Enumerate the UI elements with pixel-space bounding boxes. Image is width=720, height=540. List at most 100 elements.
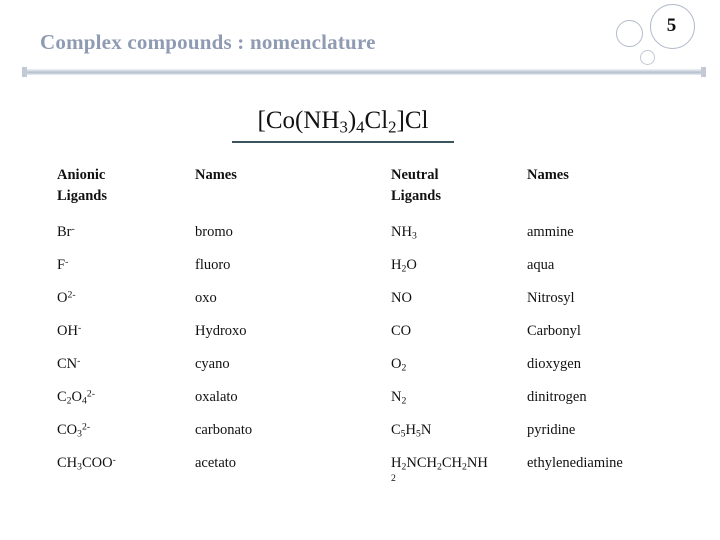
neutral-formula-5-sub: 2 <box>401 395 407 407</box>
anionic-formula-5-base: C <box>57 389 67 405</box>
formula-underline <box>232 141 454 143</box>
anionic-formula-0-base: Br <box>57 224 72 240</box>
slide-page-number: 5 <box>666 15 677 36</box>
neutral-formula-3: CO <box>391 323 411 339</box>
anionic-formula-3-charge: - <box>77 322 82 334</box>
table-header-row: Anionic Ligands Names Neutral Ligands Na… <box>0 165 720 223</box>
cell-neutral-ligand: C5H5N <box>391 421 527 454</box>
neutral-formula-1-tail: O <box>406 257 417 273</box>
neutral-formula-2-base: NO <box>391 290 412 306</box>
cell-neutral-ligand: H2O <box>391 256 527 289</box>
cell-anionic-name: acetato <box>195 455 237 471</box>
cell-neutral-ligand: N2 <box>391 388 527 421</box>
decorative-circle-small-icon <box>640 50 655 65</box>
neutral-formula-7-line1: H2NCH2CH2NH <box>391 454 527 472</box>
column-header-names-anionic: Names <box>195 165 391 223</box>
header-anionic-line1: Anionic <box>57 167 106 183</box>
neutral-formula-6-tail: N <box>420 422 432 438</box>
anionic-formula-0: Br- <box>57 224 75 240</box>
column-header-names-neutral: Names <box>527 165 720 223</box>
decorative-circle-medium-icon <box>616 20 643 47</box>
neutral-formula-4-sub: 2 <box>401 362 407 374</box>
formula-subscript-3: 2 <box>388 117 397 137</box>
anionic-formula-4-charge: - <box>77 355 81 367</box>
header-names1: Names <box>195 167 237 183</box>
neutral-formula-6: C5H5N <box>391 422 432 439</box>
formula-subscript-1: 3 <box>339 117 348 137</box>
cell-anionic-ligand: CH3COO- <box>0 454 195 487</box>
page-title: Complex compounds : nomenclature <box>40 30 376 54</box>
cell-anionic-name: cyano <box>195 356 230 372</box>
table-body: Br-bromo NH3 ammine F-fluoro H2O aqua O2- oxo NO… <box>0 223 720 487</box>
anionic-formula-2-charge: 2- <box>67 289 76 301</box>
cell-neutral-ligand: CO <box>391 322 527 355</box>
cell-neutral-name: aqua <box>527 257 555 273</box>
cell-neutral-name: dioxygen <box>527 356 581 372</box>
cell-neutral-name: Nitrosyl <box>527 290 575 306</box>
anionic-formula-7: CH3COO- <box>57 454 116 472</box>
anionic-formula-7-charge: - <box>112 454 116 466</box>
anionic-formula-1-charge: - <box>65 256 69 268</box>
formula-part-3: Cl <box>364 107 389 134</box>
cell-anionic-ligand: CO32- <box>0 421 195 454</box>
table-row: Br-bromo NH3 ammine <box>0 223 720 256</box>
neutral-formula-4: O2 <box>391 356 407 374</box>
cell-neutral-ligand: NO <box>391 289 527 322</box>
neutral-formula-5-base: N <box>391 389 402 405</box>
cell-anionic-name: oxo <box>195 290 217 306</box>
anionic-formula-5-mid: O <box>71 389 83 405</box>
cell-neutral-name: Carbonyl <box>527 323 581 339</box>
formula-part-4: ]Cl <box>396 107 429 134</box>
table-row: CH3COO-acetato H2NCH2CH2NH 2 ethylenediamin… <box>0 454 720 487</box>
neutral-formula-4-base: O <box>391 356 402 372</box>
header-neutral-line2: Ligands <box>391 188 441 205</box>
neutral-formula-2: NO <box>391 290 412 306</box>
anionic-formula-5-charge: 2- <box>86 388 95 400</box>
neutral-formula-7-seg-d: NH <box>466 455 488 471</box>
formula-subscript-2: 4 <box>356 117 365 137</box>
cell-neutral-ligand: NH3 <box>391 223 527 256</box>
cell-anionic-ligand: O2- <box>0 289 195 322</box>
neutral-formula-7-line2-subscript: 2 <box>391 473 396 485</box>
table-row: OH- Hydroxo CO Carbonyl <box>0 322 720 355</box>
neutral-formula-7-seg-a: H <box>391 455 402 471</box>
cell-neutral-ligand: H2NCH2CH2NH 2 <box>391 454 527 487</box>
anionic-formula-1-base: F <box>57 257 66 273</box>
anionic-formula-6-base: CO <box>57 422 78 438</box>
table-row: F-fluoro H2O aqua <box>0 256 720 289</box>
cell-neutral-name: ammine <box>527 224 574 240</box>
anionic-formula-6-charge: 2- <box>82 421 91 433</box>
anionic-formula-2-base: O <box>57 290 68 306</box>
cell-anionic-name: bromo <box>195 224 233 240</box>
table-row: O2- oxo NO Nitrosyl <box>0 289 720 322</box>
anionic-formula-3: OH- <box>57 323 81 339</box>
cell-anionic-name: Hydroxo <box>195 323 247 339</box>
ligand-nomenclature-table: Anionic Ligands Names Neutral Ligands Na… <box>0 165 720 487</box>
cell-anionic-ligand: Br- <box>0 223 195 256</box>
anionic-formula-6: CO32- <box>57 421 91 439</box>
neutral-formula-7-seg-c: CH <box>441 455 462 471</box>
neutral-formula-7-seg-b: NCH <box>406 455 437 471</box>
neutral-formula-7: H2NCH2CH2NH 2 <box>391 454 527 485</box>
title-divider <box>22 69 706 75</box>
neutral-formula-6-mid: H <box>405 422 417 438</box>
cell-anionic-ligand: CN- <box>0 355 195 388</box>
complex-formula-heading: [Co(NH3)4Cl2]Cl <box>232 107 454 137</box>
anionic-formula-5: C2O42- <box>57 388 95 406</box>
table-row: CO32- carbonato C5H5N pyridine <box>0 421 720 454</box>
anionic-formula-7-tail: COO <box>82 455 113 471</box>
table-row: CN-cyano O2 dioxygen <box>0 355 720 388</box>
neutral-formula-0-base: NH <box>391 224 412 240</box>
neutral-formula-1: H2O <box>391 257 417 274</box>
anionic-formula-1: F- <box>57 257 68 273</box>
neutral-formula-5: N2 <box>391 389 407 407</box>
table-header-row-group: Anionic Ligands Names Neutral Ligands Na… <box>0 165 720 223</box>
neutral-formula-0-sub: 3 <box>411 230 417 242</box>
column-header-anionic-ligands: Anionic Ligands <box>0 165 195 223</box>
neutral-formula-3-base: CO <box>391 323 412 339</box>
cell-anionic-name: oxalato <box>195 389 238 405</box>
cell-anionic-name: carbonato <box>195 422 253 438</box>
anionic-formula-4: CN- <box>57 356 80 372</box>
cell-anionic-ligand: OH- <box>0 322 195 355</box>
anionic-formula-7-base: CH <box>57 455 78 471</box>
